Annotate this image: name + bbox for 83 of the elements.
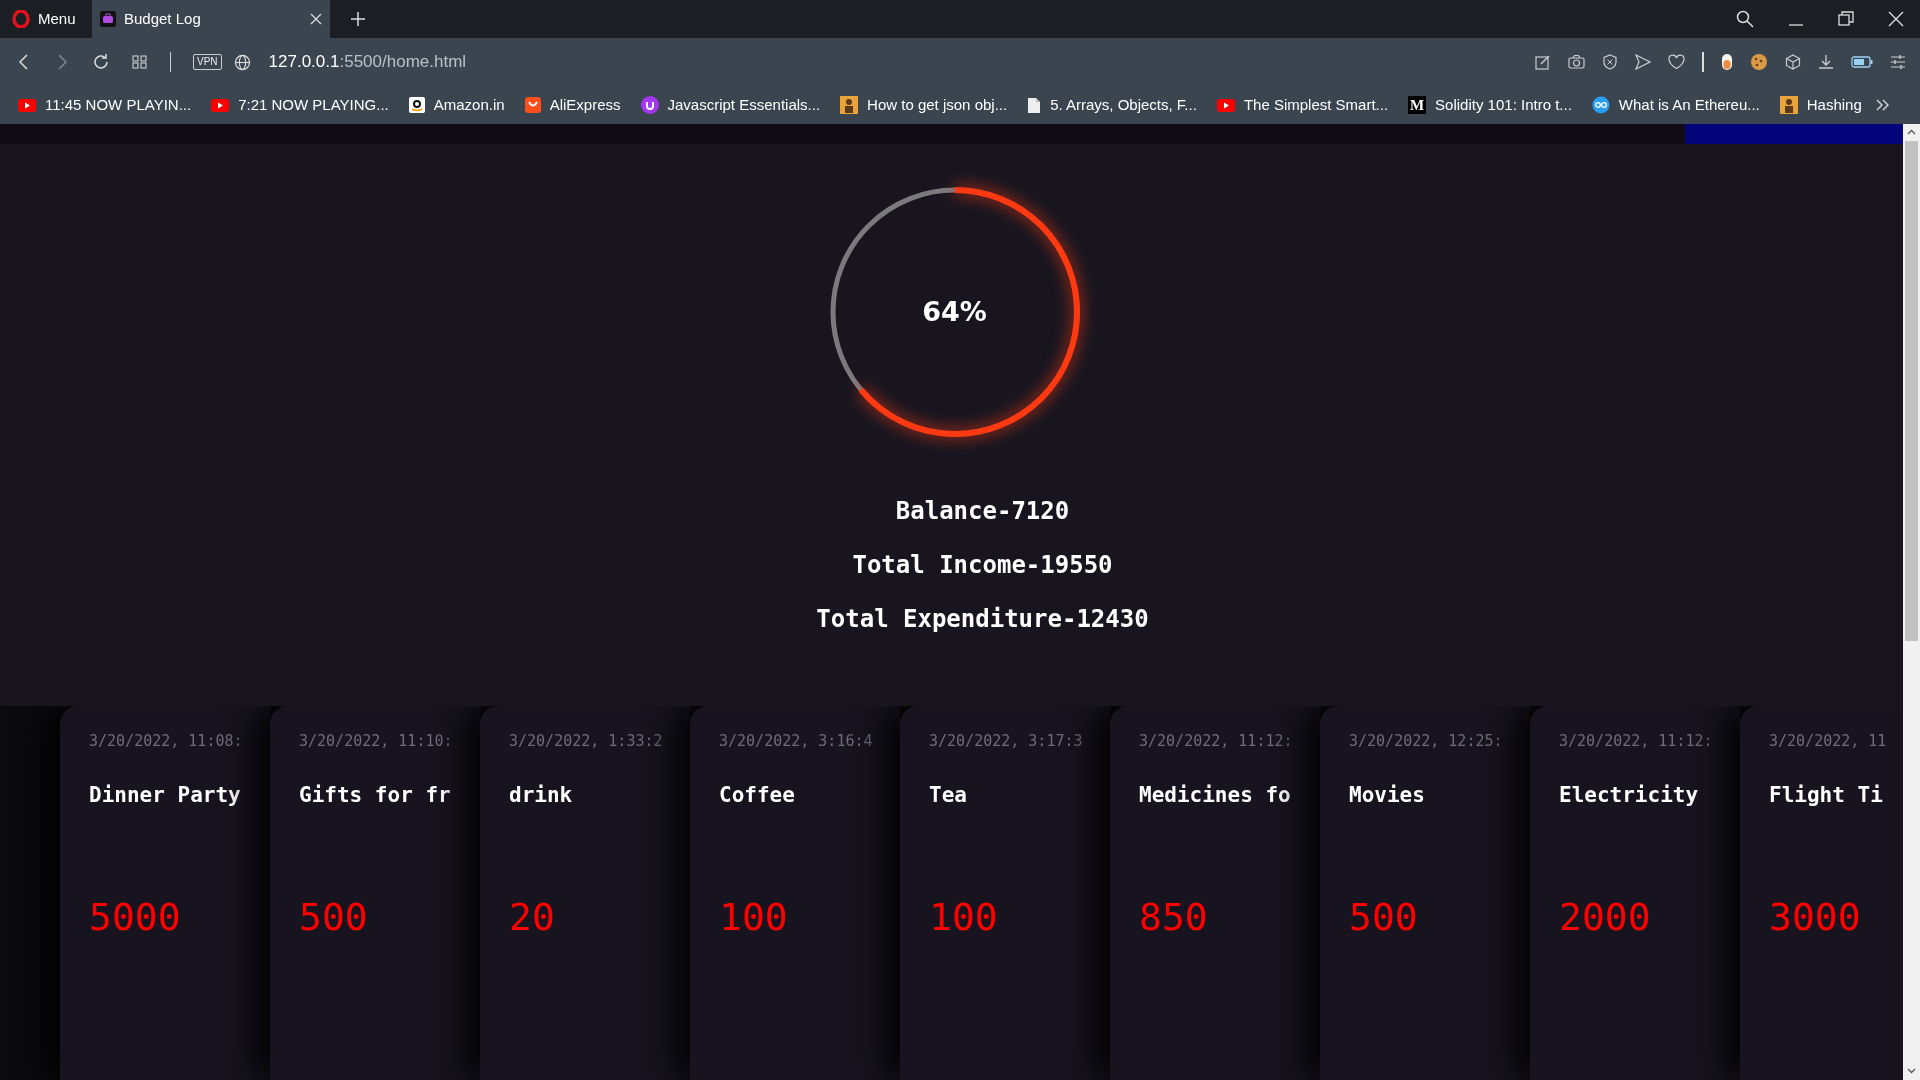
amount-text: 100 xyxy=(719,894,788,941)
amount-text: 3000 xyxy=(1769,894,1861,941)
avatar-icon xyxy=(840,96,859,114)
cookie-icon[interactable] xyxy=(1750,53,1768,71)
extension-icon[interactable] xyxy=(1721,53,1733,71)
progress-label: 64% xyxy=(922,294,987,329)
browser-tab[interactable]: Budget Log xyxy=(92,0,330,38)
bookmark-link[interactable]: Amazon.in xyxy=(408,93,505,117)
more-bookmarks-icon[interactable] xyxy=(1876,99,1890,111)
shield-icon[interactable] xyxy=(1602,54,1618,70)
glasses-logo-icon xyxy=(1591,96,1610,114)
amount-text: 2000 xyxy=(1559,894,1651,941)
bookmark-link[interactable]: 7:21 NOW PLAYING... xyxy=(211,93,389,117)
play-icon xyxy=(211,98,230,112)
title-text: drink xyxy=(509,781,573,809)
send-icon[interactable] xyxy=(1635,54,1651,70)
camera-icon[interactable] xyxy=(1568,54,1585,70)
title-text: Electricity xyxy=(1559,781,1699,809)
amount-text: 100 xyxy=(929,894,998,941)
new-tab-icon[interactable] xyxy=(350,11,366,27)
title-text: Medicines fo xyxy=(1139,781,1291,809)
title-text: Tea xyxy=(929,781,967,809)
amount-text: 500 xyxy=(1349,894,1418,941)
opera-logo-icon[interactable] xyxy=(12,10,30,28)
reload-icon[interactable] xyxy=(92,53,110,71)
summary-text: Balance-7120 xyxy=(895,497,1070,526)
smile-logo-icon xyxy=(408,97,425,113)
heart-icon[interactable] xyxy=(1668,54,1685,70)
restore-icon[interactable] xyxy=(1838,11,1854,27)
close-tab-icon[interactable] xyxy=(310,13,322,25)
bookmark-link[interactable]: M Solidity 101: Intro t... xyxy=(1408,93,1572,117)
date-text: 3/20/2022, 11:12: xyxy=(1139,731,1293,752)
bookmark-link[interactable]: AliExpress xyxy=(524,93,621,117)
summary-text: Total Expenditure-12430 xyxy=(816,605,1149,634)
date-text: 3/20/2022, 11:08: xyxy=(89,731,243,752)
tiles-icon[interactable] xyxy=(132,54,148,70)
globe-icon xyxy=(233,53,251,71)
date-text: 3/20/2022, 11:10: xyxy=(299,731,453,752)
amount-text: 20 xyxy=(509,894,555,941)
date-text: 3/20/2022, 11 xyxy=(1769,731,1887,752)
date-text: 3/20/2022, 12:25: xyxy=(1349,731,1503,752)
title-text: Flight Ti xyxy=(1769,781,1883,809)
amount-text: 5000 xyxy=(89,894,181,941)
summary-text: Total Income-19550 xyxy=(852,551,1113,580)
bookmark-link[interactable]: The Simplest Smart... xyxy=(1216,93,1389,117)
download-icon[interactable] xyxy=(1818,54,1834,70)
vpn-badge[interactable]: VPN xyxy=(193,54,222,70)
close-icon[interactable] xyxy=(1888,11,1904,27)
bookmark-link[interactable]: Hashing xyxy=(1779,93,1862,117)
scrollbar-thumb[interactable] xyxy=(1905,141,1918,641)
title-text: Coffee xyxy=(719,781,795,809)
date-text: 3/20/2022, 11:12: xyxy=(1559,731,1713,752)
bookmark-link[interactable]: How to get json obj... xyxy=(840,93,1008,117)
date-text: 3/20/2022, 3:17:3 xyxy=(929,731,1083,752)
scroll-down-icon[interactable] xyxy=(1907,1068,1916,1074)
document-icon xyxy=(1027,96,1042,114)
logo-icon: M xyxy=(1408,96,1427,114)
title-text: Movies xyxy=(1349,781,1425,809)
cube-icon[interactable] xyxy=(1785,54,1801,70)
bookmark-link[interactable]: 5. Arrays, Objects, F... xyxy=(1027,93,1197,117)
settings-icon[interactable] xyxy=(1890,54,1906,70)
scrollbar[interactable] xyxy=(1903,124,1920,1080)
play-icon xyxy=(18,98,36,112)
bookmark-link[interactable]: 11:45 NOW PLAYIN... xyxy=(18,93,192,117)
amount-text: 850 xyxy=(1139,894,1208,941)
bookmark-link[interactable]: What is An Ethereu... xyxy=(1591,93,1760,117)
date-text: 3/20/2022, 3:16:4 xyxy=(719,731,873,752)
date-text: 3/20/2022, 1:33:2 xyxy=(509,731,663,752)
battery-icon[interactable] xyxy=(1851,55,1873,69)
snap-icon[interactable] xyxy=(1535,54,1551,70)
bag-logo-icon xyxy=(524,97,541,113)
bookmark-link[interactable]: Javascript Essentials... xyxy=(640,93,821,117)
title-text: Gifts for fr xyxy=(299,781,451,809)
scroll-up-icon[interactable] xyxy=(1907,129,1916,135)
search-icon[interactable] xyxy=(1736,10,1754,28)
circle-logo-icon xyxy=(640,96,659,114)
menu-button[interactable]: Menu xyxy=(38,7,76,31)
wallet-icon xyxy=(100,11,116,27)
address-field[interactable]: 127.0.0.1:5500/home.html xyxy=(268,49,467,75)
amount-text: 500 xyxy=(299,894,368,941)
avatar-icon xyxy=(1779,96,1798,114)
title-text: Dinner Party xyxy=(89,781,241,809)
play-icon xyxy=(1216,98,1235,112)
